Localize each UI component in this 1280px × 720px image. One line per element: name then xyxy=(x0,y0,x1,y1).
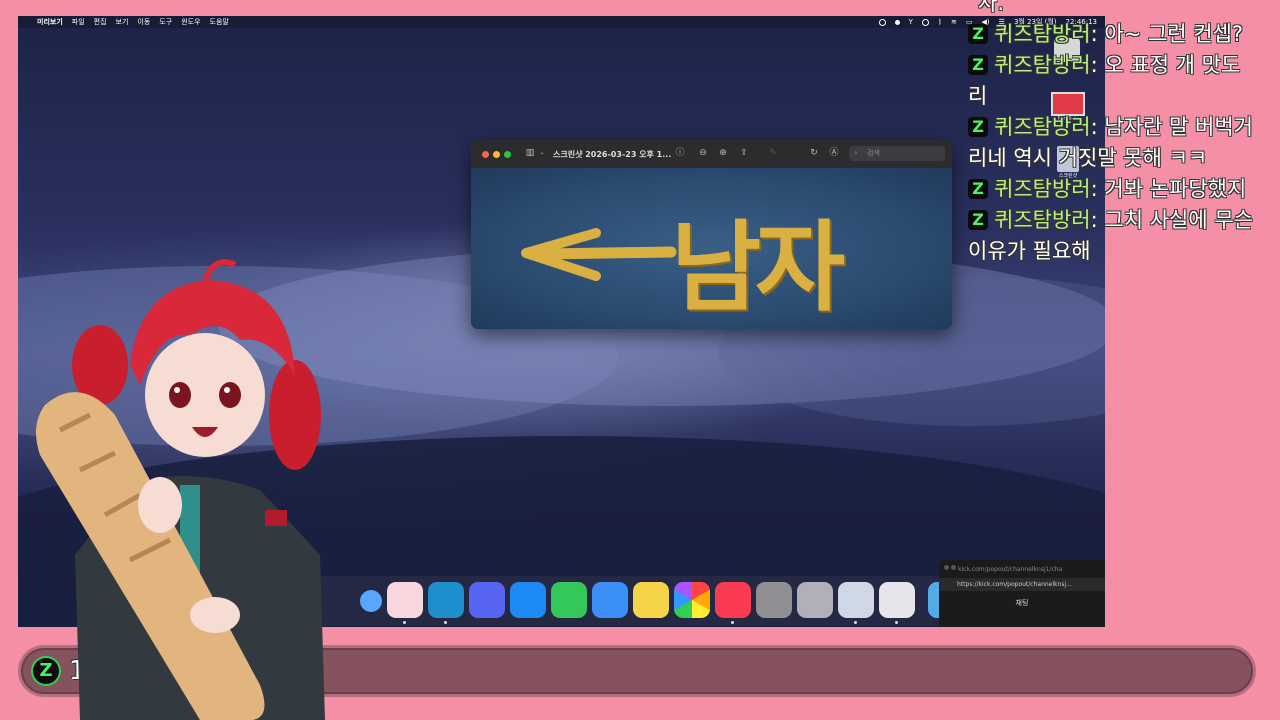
avatar-arm-tag xyxy=(265,510,287,526)
mail-icon[interactable] xyxy=(592,582,628,618)
chat-username[interactable]: 퀴즈탐방러 xyxy=(994,22,1091,46)
chat-separator: : xyxy=(1090,177,1105,201)
zoom-window-button[interactable] xyxy=(504,151,511,158)
menu-file[interactable]: 파일 xyxy=(72,17,85,27)
system-settings-icon[interactable] xyxy=(756,582,792,618)
chat-username[interactable]: 퀴즈탐방러 xyxy=(994,208,1091,232)
notes-icon[interactable] xyxy=(633,582,669,618)
chat-message: Z 퀴즈탐방러: 남자란 말 버벅거 xyxy=(968,112,1280,143)
menu-edit[interactable]: 편집 xyxy=(94,17,107,27)
info-icon[interactable]: ⓘ xyxy=(675,148,685,158)
menu-help[interactable]: 도움말 xyxy=(210,17,229,27)
chat-separator: : xyxy=(1090,22,1105,46)
chat-message-continued: 리 xyxy=(968,84,988,108)
menu-go[interactable]: 이동 xyxy=(137,17,150,27)
chat-text: 남자란 말 버벅거 xyxy=(1104,115,1253,139)
chat-username[interactable]: 퀴즈탐방러 xyxy=(994,115,1091,139)
search-field[interactable]: ⌕ 검색 xyxy=(849,146,945,161)
chat-username[interactable]: 퀴즈탐방러 xyxy=(994,53,1091,77)
discord-icon[interactable] xyxy=(469,582,505,618)
finder-icon[interactable] xyxy=(360,590,382,612)
chat-cut-line: 자. xyxy=(978,0,1004,15)
chat-username[interactable]: 퀴즈탐방러 xyxy=(994,177,1091,201)
chat-message: Z 퀴즈탐방러: 거봐 논파당했지 xyxy=(968,174,1280,205)
chat-separator: : xyxy=(1090,115,1105,139)
kick-badge-icon: Z xyxy=(968,179,988,199)
minimize-window-button[interactable] xyxy=(951,565,956,570)
chat-message-continued: 리네 역시 거짓말 못해 ㅋㅋ xyxy=(968,146,1208,170)
share-icon[interactable]: ⇪ xyxy=(739,148,749,158)
drop-app-icon[interactable] xyxy=(879,582,915,618)
launchpad-icon[interactable] xyxy=(797,582,833,618)
tool-icon[interactable]: Y xyxy=(909,18,913,26)
kick-badge-icon: Z xyxy=(968,24,988,44)
vtuber-avatar xyxy=(36,259,325,720)
music-icon[interactable] xyxy=(715,582,751,618)
chat-message: Z 퀴즈탐방러: 오 표정 개 맛도 xyxy=(968,50,1280,81)
edge-icon[interactable] xyxy=(428,582,464,618)
record-icon[interactable] xyxy=(894,19,900,25)
kick-badge-icon: Z xyxy=(968,117,988,137)
play-icon[interactable] xyxy=(921,18,929,26)
avatar-hand xyxy=(138,477,182,533)
zoom-in-icon[interactable]: ⊕ xyxy=(718,148,728,158)
menu-app-name[interactable]: 미리보기 xyxy=(37,17,63,27)
menu-view[interactable]: 보기 xyxy=(116,17,129,27)
kick-chat-tab[interactable]: 채팅 xyxy=(939,598,1105,608)
chat-text: 오 표정 개 맛도 xyxy=(1104,53,1241,77)
search-icon: ⌕ xyxy=(854,149,858,157)
preview-icon[interactable] xyxy=(838,582,874,618)
rotate-icon[interactable]: ↻ xyxy=(809,148,819,158)
status-circle-icon[interactable] xyxy=(878,18,886,26)
search-placeholder: 검색 xyxy=(867,149,880,157)
markup-pen-icon[interactable]: ✎ xyxy=(768,148,778,158)
dock-running-indicator xyxy=(731,621,734,624)
chevron-down-icon[interactable]: ⌄ xyxy=(537,148,547,158)
chat-overlay: 자. Z 퀴즈탐방러: 아~ 그런 컨셉? Z 퀴즈탐방러: 오 표정 개 맛도 리 Z 퀴… xyxy=(968,0,1280,267)
dock xyxy=(298,576,1005,626)
kick-badge-icon: Z xyxy=(968,210,988,230)
app-store-icon[interactable] xyxy=(510,582,546,618)
preview-toolbar: ▥ ⌄ 스크린샷 2026-03-23 오후 1... ⓘ ⊖ ⊕ ⇪ ✎ ↻ … xyxy=(471,140,952,168)
avatar-hair-drill-right xyxy=(269,360,321,470)
image-caption-text: 남자 xyxy=(671,210,845,325)
chat-text: 거봐 논파당했지 xyxy=(1104,177,1247,201)
kick-address-text: https://kick.com/popout/channelknsj... xyxy=(957,581,1072,588)
preview-title: 스크린샷 2026-03-23 오후 1... xyxy=(553,150,672,159)
kick-badge-icon: Z xyxy=(968,55,988,75)
menu-window[interactable]: 윈도우 xyxy=(181,17,200,27)
chat-separator: : xyxy=(1090,53,1105,77)
menu-bar: 미리보기 파일 편집 보기 이동 도구 윈도우 도움말 Y ᛒ ≋ ▭ ◀) ☰… xyxy=(18,16,1105,28)
minimize-window-button[interactable] xyxy=(493,151,500,158)
sidebar-toggle-icon[interactable]: ▥ xyxy=(525,148,535,158)
wifi-icon[interactable]: ≋ xyxy=(951,18,957,26)
chat-message: Z 퀴즈탐방러: 아~ 그런 컨셉? xyxy=(968,19,1280,50)
chat-separator: : xyxy=(1090,208,1105,232)
preview-window[interactable]: ▥ ⌄ 스크린샷 2026-03-23 오후 1... ⓘ ⊖ ⊕ ⇪ ✎ ↻ … xyxy=(471,140,952,329)
dock-running-indicator xyxy=(403,621,406,624)
avatar-eye-right xyxy=(219,382,241,408)
chat-text: 아~ 그런 컨셉? xyxy=(1104,22,1244,46)
avatar-eye-left xyxy=(169,382,191,408)
chat-message-continued: 이유가 필요해 xyxy=(968,239,1091,263)
close-window-button[interactable] xyxy=(482,151,489,158)
chat-text: 그치 사실에 무슨 xyxy=(1104,208,1253,232)
zoom-out-icon[interactable]: ⊖ xyxy=(698,148,708,158)
avatar-hand xyxy=(190,597,240,633)
dock-running-indicator xyxy=(895,621,898,624)
photos-icon[interactable] xyxy=(674,582,710,618)
menu-tools[interactable]: 도구 xyxy=(159,17,172,27)
messages-icon[interactable] xyxy=(551,582,587,618)
bluetooth-icon[interactable]: ᛒ xyxy=(938,18,942,26)
petal-app-icon[interactable] xyxy=(387,582,423,618)
preview-image: 남자 xyxy=(471,168,952,329)
avatar-face xyxy=(145,333,265,457)
close-window-button[interactable] xyxy=(944,565,949,570)
chat-message: Z 퀴즈탐방러: 그치 사실에 무슨 xyxy=(968,205,1280,236)
dock-running-indicator xyxy=(854,621,857,624)
dock-running-indicator xyxy=(444,621,447,624)
kick-window-title: kick.com/popout/channelknsj1/cha xyxy=(958,566,1063,573)
annotate-icon[interactable]: Ⓐ xyxy=(829,148,839,158)
kick-popout-window[interactable]: kick.com/popout/channelknsj1/cha https:/… xyxy=(939,560,1105,627)
